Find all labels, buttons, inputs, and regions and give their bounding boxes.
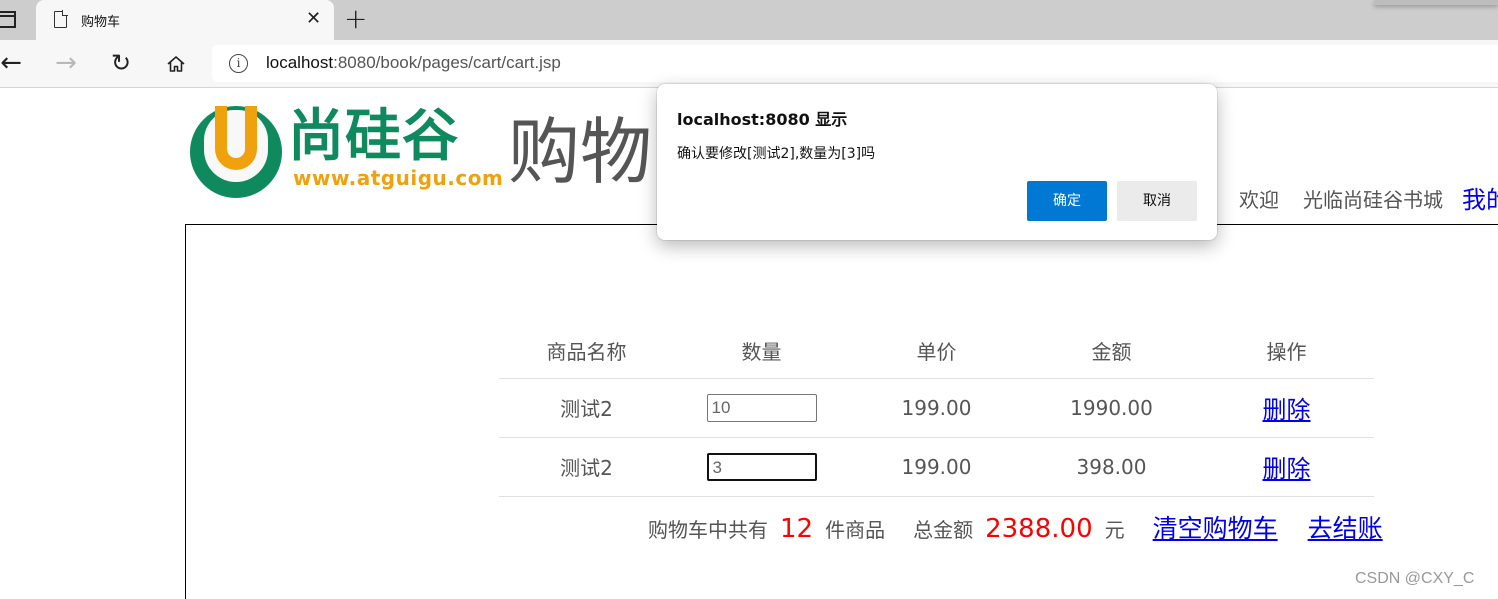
site-logo: 尚硅谷 www.atguigu.com [190, 104, 504, 200]
mall-text: 光临尚硅谷书城 [1303, 188, 1443, 212]
currency-label: 元 [1104, 518, 1125, 542]
reload-icon[interactable]: ↻ [106, 48, 136, 78]
delete-link[interactable]: 删除 [1263, 396, 1311, 424]
home-icon[interactable] [167, 56, 185, 72]
dialog-message: 确认要修改[测试2],数量为[3]吗 [677, 146, 876, 162]
info-icon[interactable]: i [229, 54, 248, 73]
cart-summary: 购物车中共有 12 件商品 总金额 2388.00 元 清空购物车 去结账 [648, 509, 1383, 545]
unit-price: 199.00 [849, 378, 1024, 438]
tab-title: 购物车 [81, 15, 121, 30]
forward-icon[interactable]: → [51, 48, 81, 78]
new-tab-icon[interactable]: + [344, 4, 367, 34]
address-bar[interactable]: i localhost:8080/book/pages/cart/cart.js… [212, 45, 1498, 82]
my-orders-link[interactable]: 我的 [1462, 180, 1498, 215]
logo-url: www.atguigu.com [293, 166, 504, 190]
table-header-row: 商品名称 数量 单价 金额 操作 [499, 323, 1374, 379]
line-amount: 1990.00 [1024, 378, 1199, 438]
item-count: 12 [780, 514, 814, 544]
product-name: 测试2 [499, 437, 674, 497]
checkout-link[interactable]: 去结账 [1308, 509, 1383, 545]
welcome-text: 欢迎 [1239, 188, 1279, 212]
tab-strip: 购物车 ✕ + [0, 0, 1498, 40]
count-label: 购物车中共有 [648, 518, 768, 542]
column-header: 单价 [849, 323, 1024, 379]
tab-actions-icon[interactable] [0, 11, 16, 28]
window-edge [1374, 0, 1498, 5]
column-header: 操作 [1199, 323, 1374, 379]
back-icon[interactable]: ← [0, 48, 26, 78]
product-name: 测试2 [499, 378, 674, 438]
watermark: CSDN @CXY_C [1355, 570, 1475, 587]
ok-button[interactable]: 确定 [1027, 181, 1107, 221]
column-header: 金额 [1024, 323, 1199, 379]
close-icon[interactable]: ✕ [306, 9, 321, 29]
page-title: 购物 [508, 110, 653, 194]
clear-cart-link[interactable]: 清空购物车 [1153, 509, 1278, 545]
count-unit: 件商品 [825, 518, 886, 542]
page-icon [54, 10, 68, 28]
dialog-title: localhost:8080 显示 [677, 110, 848, 129]
cart-table: 商品名称 数量 单价 金额 操作 测试2 10 199.00 1990.00 删… [499, 323, 1374, 497]
logo-emblem [190, 106, 282, 198]
url-text: localhost:8080/book/pages/cart/cart.jsp [266, 53, 561, 72]
total-amount: 2388.00 [985, 514, 1093, 544]
quantity-input[interactable]: 3 [706, 452, 817, 481]
delete-link[interactable]: 删除 [1263, 455, 1311, 483]
cancel-button[interactable]: 取消 [1117, 181, 1197, 221]
table-row: 测试2 3 199.00 398.00 删除 [499, 437, 1374, 497]
table-row: 测试2 10 199.00 1990.00 删除 [499, 378, 1374, 438]
unit-price: 199.00 [849, 437, 1024, 497]
column-header: 商品名称 [499, 323, 674, 379]
total-label: 总金额 [913, 518, 974, 542]
column-header: 数量 [674, 323, 849, 379]
browser-tab[interactable]: 购物车 ✕ [36, 0, 334, 40]
cart-container: 商品名称 数量 单价 金额 操作 测试2 10 199.00 1990.00 删… [185, 224, 1498, 599]
quantity-input[interactable]: 10 [706, 393, 817, 422]
confirm-dialog: localhost:8080 显示 确认要修改[测试2],数量为[3]吗 确定 … [657, 84, 1217, 240]
logo-text: 尚硅谷 [288, 104, 459, 169]
line-amount: 398.00 [1024, 437, 1199, 497]
